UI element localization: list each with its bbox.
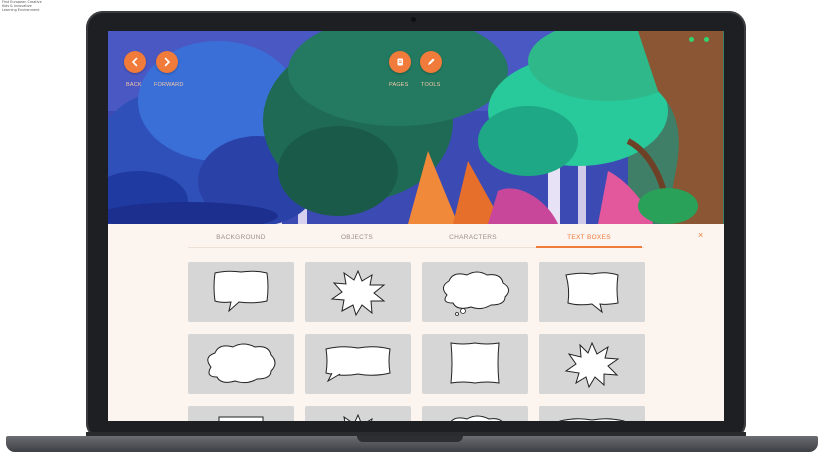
back-label: BACK [126,82,142,88]
text-box-tile[interactable] [539,406,645,421]
caption-text: First European Creative Kids & Innovativ… [2,0,42,13]
text-box-tile[interactable] [305,262,411,322]
text-box-tile[interactable] [188,262,294,322]
illustration-scene [108,31,724,224]
forward-label: FORWARD [154,82,184,88]
asset-tabs: BACKGROUND OBJECTS CHARACTERS TEXT BOXES [188,227,724,249]
tab-active-indicator [536,246,642,248]
wavy-square-icon [450,342,500,384]
rectangle-icon [218,416,264,421]
text-box-tile[interactable] [188,406,294,421]
burst-icon [343,413,373,421]
tab-objects[interactable]: OBJECTS [304,227,410,247]
text-box-tile[interactable] [422,262,528,322]
chevron-right-icon [164,57,171,67]
text-box-tile[interactable] [422,406,528,421]
app-screen: BACK FORWARD PAGES TOOLS BACKGROUND OBJE… [108,31,724,421]
status-dot [704,37,709,42]
text-box-tile[interactable] [305,406,411,421]
thought-cloud-icon [443,271,509,316]
wavy-square-icon [565,272,619,314]
camera [411,17,416,22]
wavy-rectangle-icon [559,418,625,421]
pencil-icon [428,58,435,65]
forward-button[interactable] [156,51,178,73]
text-box-tile[interactable] [539,334,645,394]
pages-label: PAGES [389,82,409,88]
tools-button[interactable] [420,51,442,73]
cloud-icon [450,415,503,421]
cloud-icon [207,343,276,384]
pages-button[interactable] [389,51,411,73]
chevron-left-icon [131,57,138,67]
burst-icon [330,269,386,317]
square-bubble-icon [213,270,269,313]
tab-characters[interactable]: CHARACTERS [420,227,526,247]
text-box-tile[interactable] [188,334,294,394]
burst-icon [564,341,620,389]
pages-icon [397,58,403,66]
tools-label: TOOLS [421,82,441,88]
caption-line: Learning Environment [2,8,40,13]
text-box-tile[interactable] [422,334,528,394]
text-box-tile[interactable] [539,262,645,322]
wavy-rectangle-icon [325,346,391,383]
text-box-tile[interactable] [305,334,411,394]
back-button[interactable] [124,51,146,73]
status-dot [689,37,694,42]
tab-background[interactable]: BACKGROUND [188,227,294,247]
laptop-notch [357,436,463,442]
close-button[interactable]: × [698,230,703,240]
tab-text-boxes[interactable]: TEXT BOXES [536,227,642,247]
